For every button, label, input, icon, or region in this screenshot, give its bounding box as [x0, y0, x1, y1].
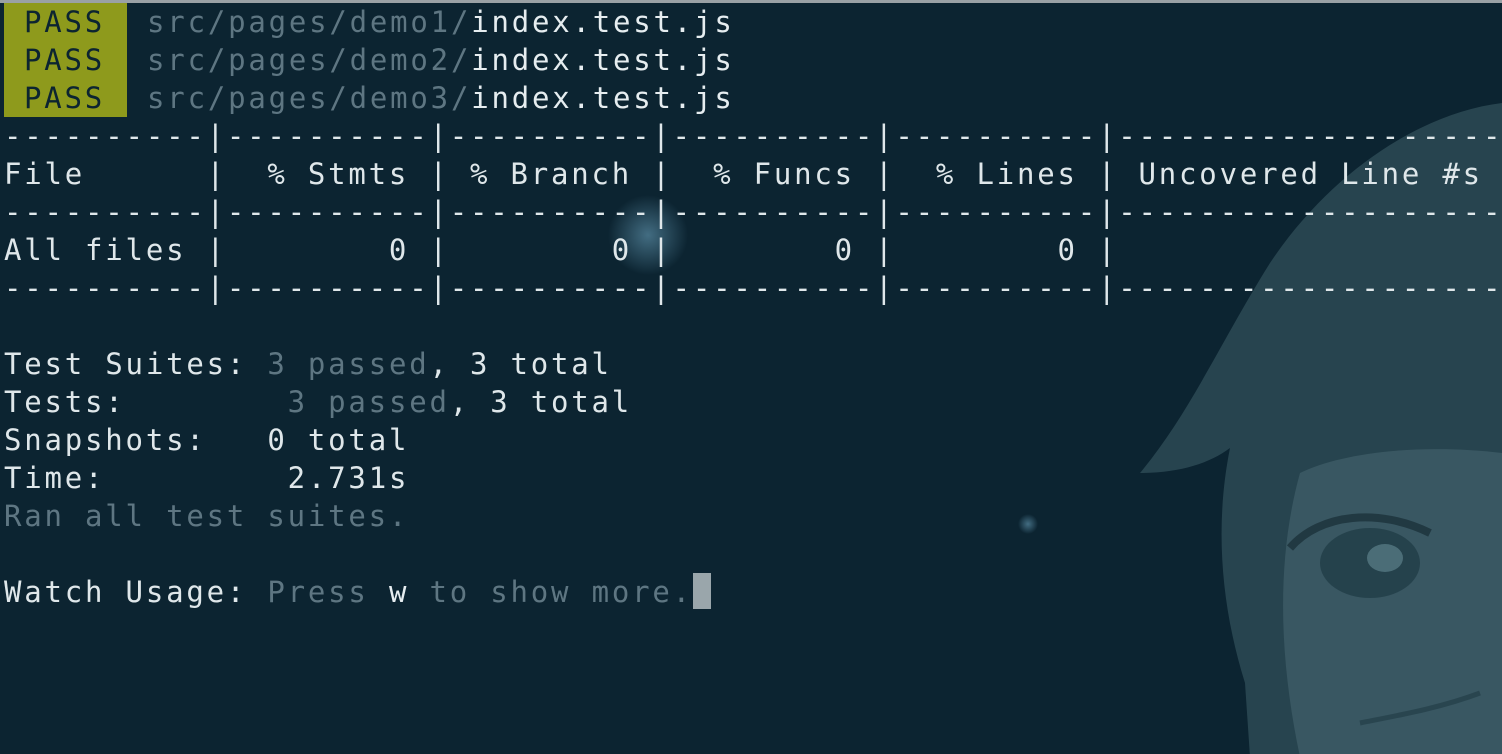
summary-label: Snapshots: [4, 423, 207, 457]
summary-value: 2.731s [287, 461, 410, 495]
coverage-table-header: File | % Stmts | % Branch | % Funcs | % … [4, 157, 1502, 191]
coverage-table-separator: ----------|----------|----------|-------… [4, 195, 1502, 229]
test-file-name: index.test.js [471, 5, 735, 39]
summary-passed: 3 passed [267, 347, 430, 381]
summary-tests: Tests: 3 passed, 3 total [4, 383, 1502, 421]
summary-test-suites: Test Suites: 3 passed, 3 total [4, 345, 1502, 383]
coverage-table-row: All files | 0 | 0 | 0 | 0 | | [4, 233, 1502, 267]
terminal-cursor[interactable] [692, 573, 711, 609]
summary-total: , 3 total [449, 385, 633, 419]
watch-press-text: Press [267, 575, 369, 609]
summary-time: Time: 2.731s [4, 459, 1502, 497]
coverage-table-separator: ----------|----------|----------|-------… [4, 271, 1502, 305]
summary-label: Test Suites: [4, 347, 248, 381]
test-file-dir: src/pages/demo1/ [147, 5, 472, 39]
test-file-dir: src/pages/demo3/ [147, 81, 472, 115]
coverage-table-separator: ----------|----------|----------|-------… [4, 119, 1502, 153]
test-file-dir: src/pages/demo2/ [147, 43, 472, 77]
watch-usage-line: Watch Usage: Press w to show more. [4, 573, 1502, 611]
pass-badge: PASS [4, 79, 128, 117]
watch-usage-label: Watch Usage: [4, 575, 248, 609]
ran-all-message: Ran all test suites. [4, 499, 410, 533]
test-file-name: index.test.js [471, 81, 735, 115]
summary-passed: 3 passed [287, 385, 450, 419]
test-file-name: index.test.js [471, 43, 735, 77]
watch-suffix-text: to show more. [429, 575, 693, 609]
test-result-line: PASS src/pages/demo2/index.test.js [4, 41, 1502, 79]
summary-value: 0 total [267, 423, 410, 457]
pass-badge: PASS [4, 41, 128, 79]
terminal-output: PASS src/pages/demo1/index.test.js PASS sr… [4, 3, 1502, 611]
watch-key: w [388, 575, 410, 609]
summary-label: Time: [4, 461, 106, 495]
pass-badge: PASS [4, 3, 128, 41]
summary-snapshots: Snapshots: 0 total [4, 421, 1502, 459]
test-result-line: PASS src/pages/demo1/index.test.js [4, 3, 1502, 41]
summary-total: , 3 total [429, 347, 612, 381]
summary-label: Tests: [4, 385, 126, 419]
test-result-line: PASS src/pages/demo3/index.test.js [4, 79, 1502, 117]
